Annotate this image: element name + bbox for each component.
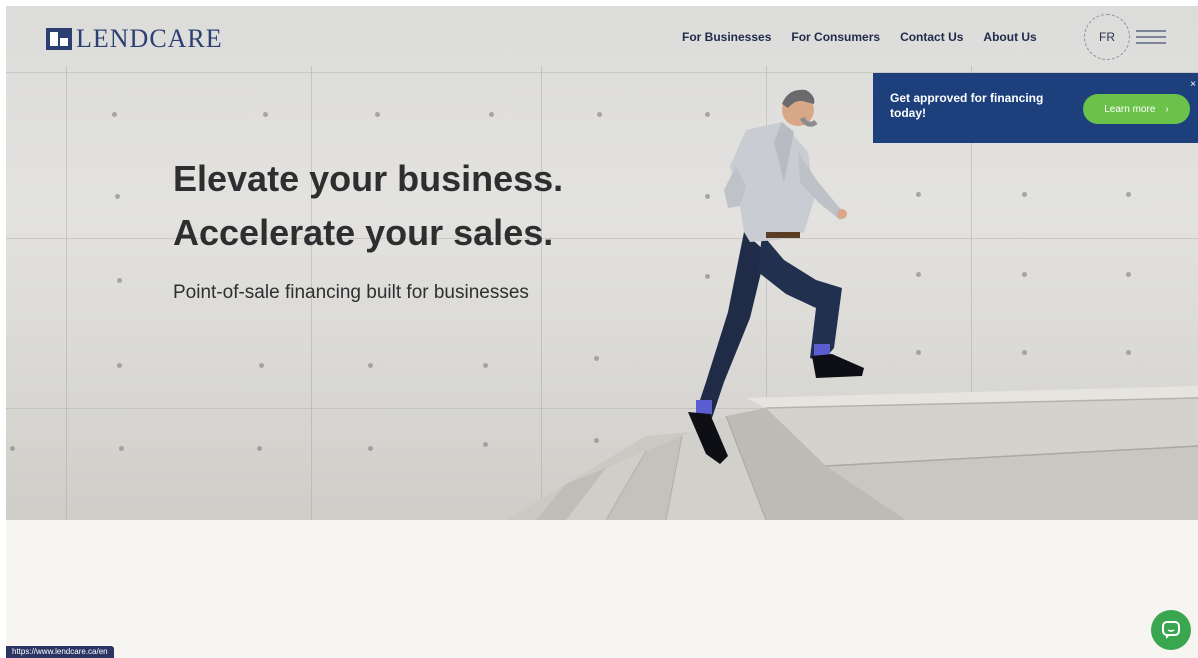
promo-banner: Get approved for financing today! Learn … [873,73,1198,143]
chat-launcher-button[interactable] [1151,610,1191,650]
nav-link-contact-us[interactable]: Contact Us [900,30,963,44]
chevron-right-icon: › [1165,103,1169,115]
chat-bubble-icon [1162,621,1180,639]
learn-more-label: Learn more [1104,103,1156,115]
main-nav: For Businesses For Consumers Contact Us … [682,30,1037,44]
language-toggle[interactable]: FR [1084,14,1130,60]
site-header: LENDCARE For Businesses For Consumers Co… [6,6,1198,70]
brand-logo[interactable]: LENDCARE [46,24,223,54]
lendcare-logo-icon [46,28,72,50]
nav-link-for-consumers[interactable]: For Consumers [791,30,880,44]
nav-link-for-businesses[interactable]: For Businesses [682,30,771,44]
headline-line-2: Accelerate your sales. [173,212,554,253]
nav-link-about-us[interactable]: About Us [983,30,1036,44]
hero-headline: Elevate your business. Accelerate your s… [173,152,563,260]
headline-line-1: Elevate your business. [173,158,564,199]
page: LENDCARE For Businesses For Consumers Co… [6,6,1198,658]
learn-more-button[interactable]: Learn more › [1083,94,1190,124]
close-icon[interactable]: × [1190,79,1196,90]
brand-name: LENDCARE [76,24,223,53]
promo-text: Get approved for financing today! [890,91,1044,120]
hero-section: LENDCARE For Businesses For Consumers Co… [6,6,1198,520]
language-label: FR [1099,30,1115,44]
status-bar-url: https://www.lendcare.ca/en [6,646,114,658]
hamburger-icon[interactable] [1136,30,1166,44]
businessman-climbing-stairs-image [688,89,864,464]
content-area [6,520,1198,658]
hero-subheadline: Point-of-sale financing built for busine… [173,282,529,303]
